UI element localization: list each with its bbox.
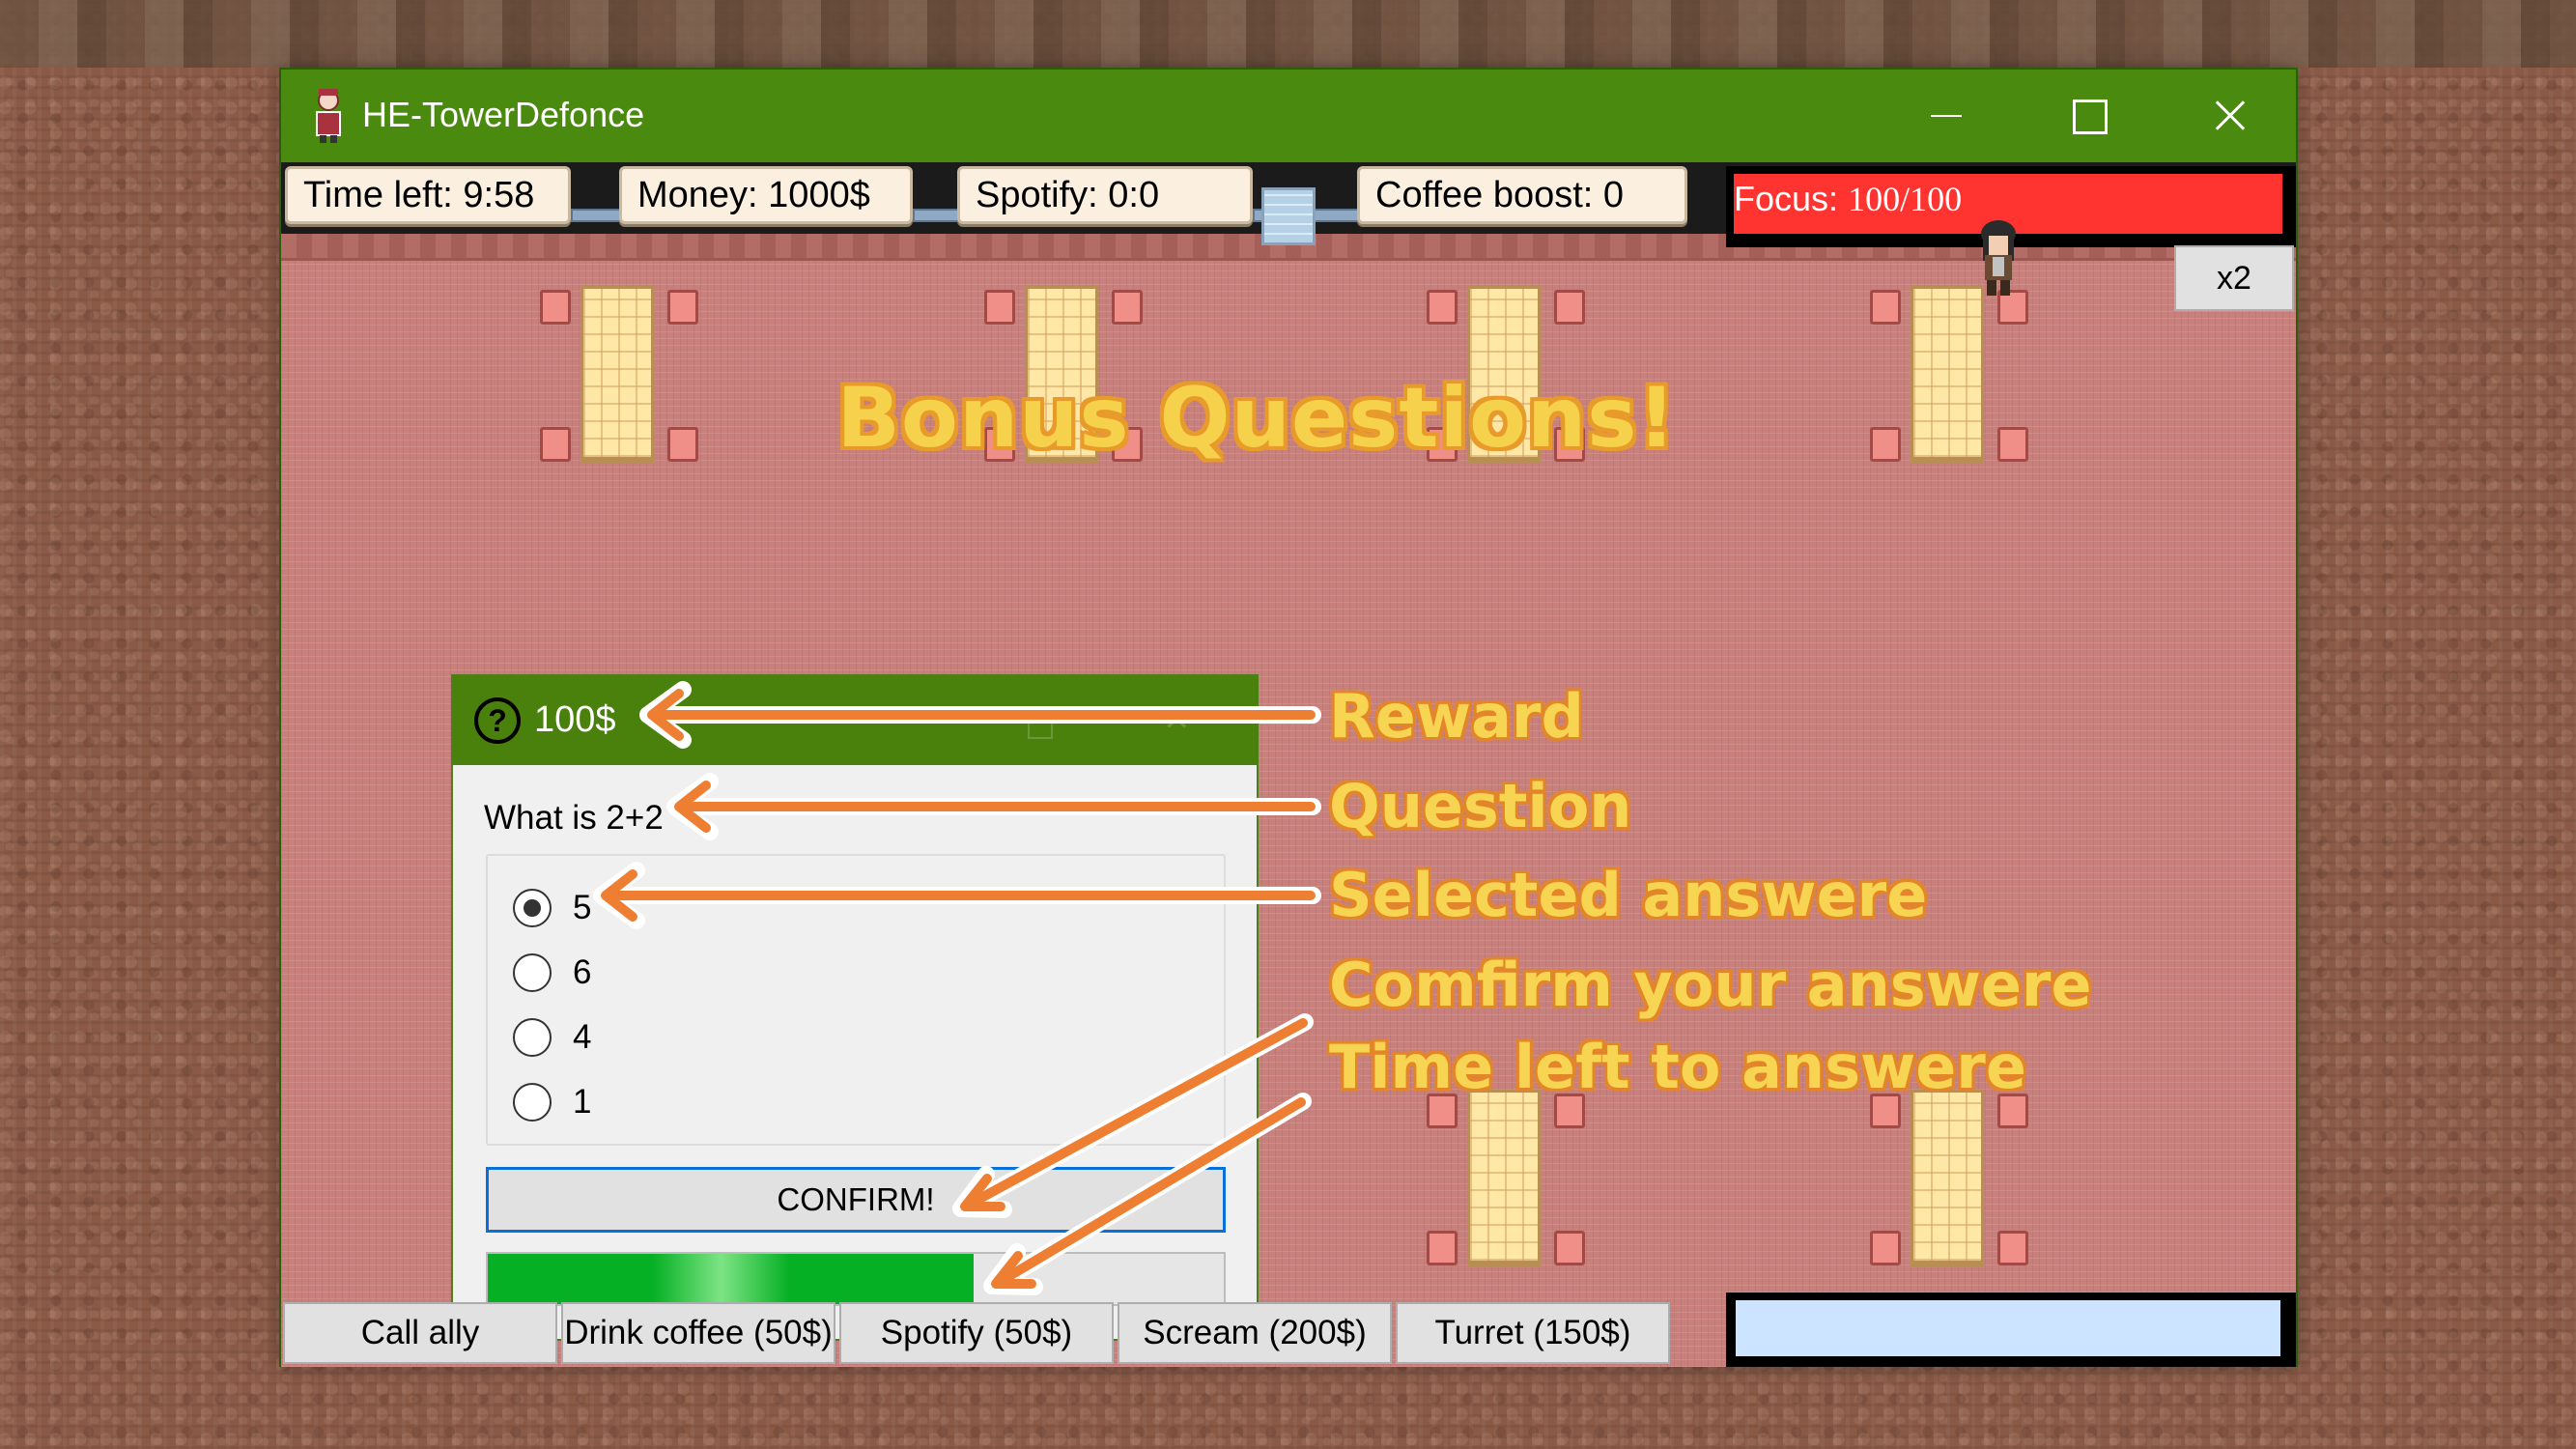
status-panel xyxy=(1726,1293,2296,1367)
chair xyxy=(540,427,571,462)
confirm-button[interactable]: CONFIRM! xyxy=(486,1167,1226,1233)
chair xyxy=(1870,290,1901,325)
chair xyxy=(1870,1231,1901,1265)
chair xyxy=(984,290,1015,325)
answer-label: 6 xyxy=(573,953,592,991)
chair xyxy=(1427,1231,1458,1265)
speed-x2-button[interactable]: x2 xyxy=(2174,245,2294,311)
radio-button-selected[interactable] xyxy=(513,889,552,927)
spotify-display: Spotify: 0:0 xyxy=(957,166,1253,224)
chair xyxy=(1427,290,1458,325)
chair xyxy=(1554,290,1585,325)
answer-label: 1 xyxy=(573,1083,592,1121)
turret-button[interactable]: Turret (150$) xyxy=(1396,1302,1670,1364)
annotation-confirm: Comfirm your answere xyxy=(1329,950,2092,1020)
desk-top xyxy=(1911,286,1984,460)
window-tile xyxy=(1261,187,1316,245)
player-character-sprite xyxy=(1981,220,2016,296)
chair xyxy=(1997,1231,2028,1265)
answer-option[interactable]: 4 xyxy=(513,1014,591,1061)
game-window: HE-TowerDefonce Time left: 9:58 Money: 1… xyxy=(279,68,2298,1367)
answer-option[interactable]: 6 xyxy=(513,950,591,996)
background-wall-strip xyxy=(0,0,2576,68)
bonus-question-dialog: ? 100$ ✕ What is 2+2 5 6 4 1 CONFIRM! xyxy=(451,674,1259,1341)
game-canvas[interactable]: Time left: 9:58 Money: 1000$ Spotify: 0:… xyxy=(281,162,2296,1367)
dialog-close-icon: ✕ xyxy=(1163,701,1191,738)
maximize-button[interactable] xyxy=(2018,70,2159,162)
answer-timer-fill xyxy=(488,1254,974,1304)
bonus-questions-banner: Bonus Questions! xyxy=(836,370,1677,467)
money-display: Money: 1000$ xyxy=(619,166,913,224)
focus-value: 100/100 xyxy=(1848,180,1963,218)
answer-option[interactable]: 5 xyxy=(513,885,591,931)
answer-label: 5 xyxy=(573,889,592,926)
status-panel-inner xyxy=(1736,1300,2280,1356)
app-icon xyxy=(316,89,341,143)
close-button[interactable] xyxy=(2159,70,2300,162)
scream-button[interactable]: Scream (200$) xyxy=(1118,1302,1392,1364)
answer-label: 4 xyxy=(573,1018,592,1056)
window-titlebar[interactable]: HE-TowerDefonce xyxy=(281,70,2296,162)
drink-coffee-button[interactable]: Drink coffee (50$) xyxy=(561,1302,835,1364)
annotation-question: Question xyxy=(1329,771,1632,841)
chair xyxy=(540,290,571,325)
chair xyxy=(1997,427,2028,462)
radio-button[interactable] xyxy=(513,1083,552,1122)
answer-timer-bar xyxy=(486,1252,1226,1306)
radio-button[interactable] xyxy=(513,1018,552,1057)
hud-connector xyxy=(913,209,959,222)
hud-connector xyxy=(571,209,621,222)
call-ally-button[interactable]: Call ally xyxy=(283,1302,557,1364)
desk-table xyxy=(1870,282,2028,469)
answer-options: 5 6 4 1 xyxy=(486,854,1226,1146)
chair xyxy=(667,290,698,325)
annotation-selected-answer: Selected answere xyxy=(1329,860,1928,930)
action-bar: Call ally Drink coffee (50$) Spotify (50… xyxy=(281,1302,1672,1367)
radio-button[interactable] xyxy=(513,953,552,992)
chair xyxy=(1554,1231,1585,1265)
focus-label: Focus: xyxy=(1734,179,1839,218)
question-text: What is 2+2 xyxy=(484,799,664,837)
chair xyxy=(1112,290,1143,325)
desk-table xyxy=(1427,1086,1585,1273)
desk-top xyxy=(1467,1090,1541,1264)
minimize-button[interactable] xyxy=(1877,70,2018,162)
answer-option[interactable]: 1 xyxy=(513,1079,591,1125)
annotation-reward: Reward xyxy=(1329,681,1584,752)
dialog-maximize-icon xyxy=(1028,720,1053,739)
dialog-titlebar: ? 100$ ✕ xyxy=(453,676,1257,765)
desk-table xyxy=(1870,1086,2028,1273)
dialog-reward: 100$ xyxy=(534,699,616,740)
desk-top xyxy=(1911,1090,1984,1264)
focus-text: Focus: 100/100 xyxy=(1734,179,1962,219)
question-mark-icon: ? xyxy=(474,697,521,744)
coffee-boost-display: Coffee boost: 0 xyxy=(1357,166,1687,224)
annotation-time-left: Time left to answere xyxy=(1329,1032,2026,1102)
window-title: HE-TowerDefonce xyxy=(362,95,645,134)
time-left-display: Time left: 9:58 xyxy=(285,166,571,224)
spotify-button[interactable]: Spotify (50$) xyxy=(839,1302,1114,1364)
